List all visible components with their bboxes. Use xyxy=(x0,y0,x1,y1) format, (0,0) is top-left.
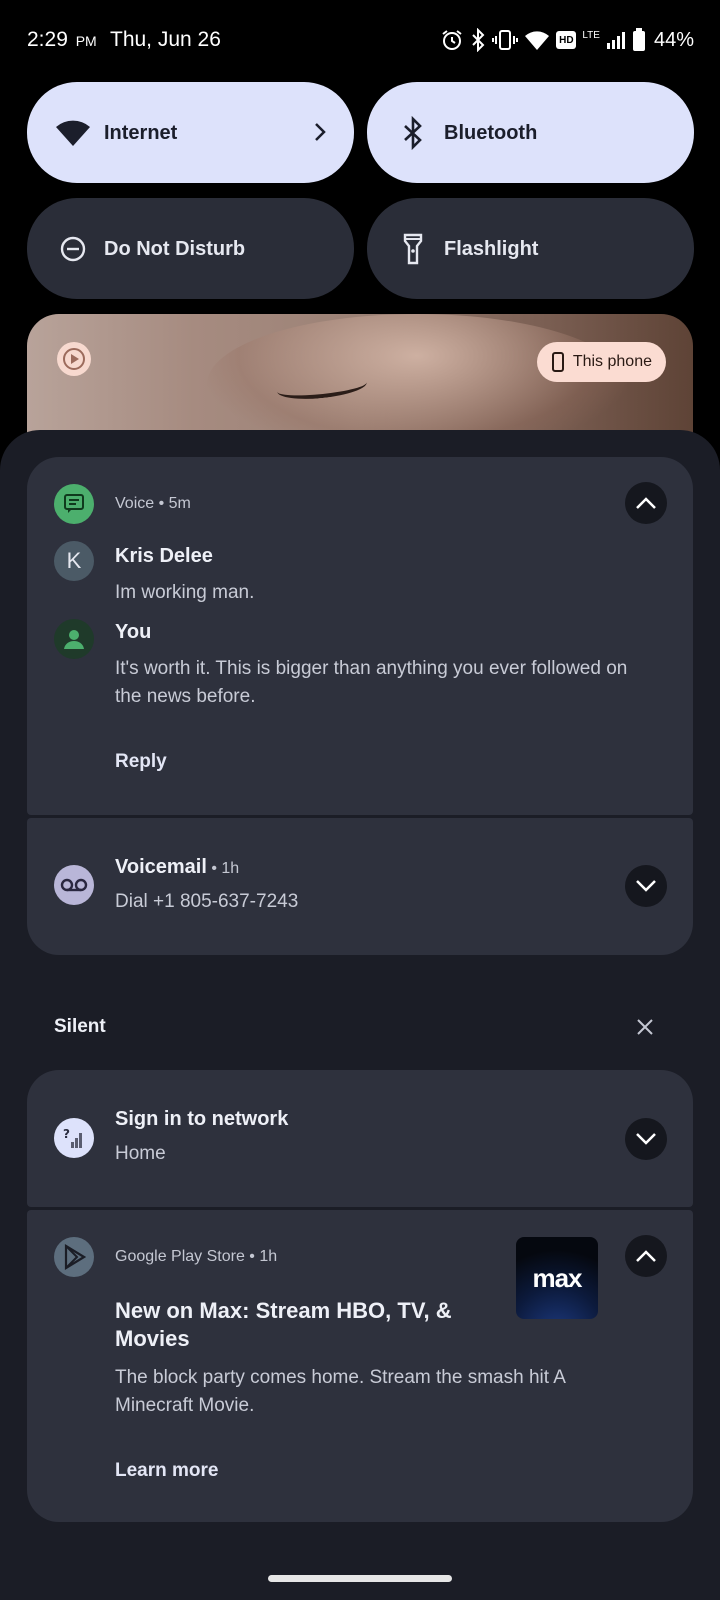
expand-button[interactable] xyxy=(625,1118,667,1160)
notification-title: New on Max: Stream HBO, TV, & xyxy=(115,1298,452,1323)
tile-flashlight[interactable]: Flashlight xyxy=(367,198,694,299)
avatar: K xyxy=(54,541,94,581)
media-output-button[interactable]: This phone xyxy=(536,342,666,382)
notification-time: 1h xyxy=(221,860,240,877)
max-logo: max xyxy=(532,1262,582,1293)
lte-icon: LTE xyxy=(582,29,600,41)
flashlight-icon xyxy=(395,231,431,267)
battery-icon xyxy=(632,28,645,51)
media-output-label: This phone xyxy=(572,353,652,370)
notification-title: Sign in to network xyxy=(115,1108,289,1130)
message-text: Im working man. xyxy=(115,582,255,603)
user-avatar-icon xyxy=(54,619,94,659)
notification-title: Voicemail xyxy=(115,856,207,878)
dnd-icon xyxy=(55,231,91,267)
bluetooth-icon xyxy=(472,28,485,52)
wifi-icon xyxy=(525,31,550,50)
navigation-handle[interactable] xyxy=(268,1575,452,1582)
clear-silent-button[interactable] xyxy=(630,1012,660,1042)
notification-header: Voice • 5m xyxy=(115,495,191,512)
voice-app-icon xyxy=(54,484,94,524)
clock: 2:29 PM xyxy=(27,28,97,52)
clock-time: 2:29 xyxy=(27,28,68,51)
notification-time: 1h xyxy=(259,1248,278,1265)
notification-text: Dial +1 805-637-7243 xyxy=(115,891,299,912)
signal-question-icon: ? xyxy=(54,1118,94,1158)
notification-time: 5m xyxy=(168,495,191,512)
message-sender: You xyxy=(115,621,152,643)
status-icons: HD LTE 44% xyxy=(440,26,694,54)
date: Thu, Jun 26 xyxy=(110,28,221,51)
voice-notification[interactable]: Voice • 5m K Kris Delee Im working man. … xyxy=(27,457,693,815)
notification-text: Home xyxy=(115,1143,166,1164)
vibrate-icon xyxy=(492,30,519,50)
chevron-up-icon xyxy=(636,497,656,509)
alarm-icon xyxy=(442,30,462,50)
collapse-button[interactable] xyxy=(625,1235,667,1277)
reply-button[interactable]: Reply xyxy=(115,751,167,773)
tile-label: Do Not Disturb xyxy=(104,238,246,260)
tile-label: Internet xyxy=(104,122,178,144)
expand-button[interactable] xyxy=(625,865,667,907)
voicemail-icon xyxy=(54,865,94,905)
notification-text-continued: Minecraft Movie. xyxy=(115,1395,255,1416)
learn-more-button[interactable]: Learn more xyxy=(115,1460,218,1482)
hd-icon: HD xyxy=(556,31,577,49)
tile-do-not-disturb[interactable]: Do Not Disturb xyxy=(27,198,354,299)
wifi-icon xyxy=(55,115,91,151)
message-text-continued: the news before. xyxy=(115,686,256,707)
tile-label: Bluetooth xyxy=(444,122,538,144)
silent-section-header: Silent xyxy=(54,1016,106,1037)
svg-text:?: ? xyxy=(63,1127,70,1141)
app-name: Voice xyxy=(115,495,155,512)
bluetooth-icon xyxy=(395,115,431,151)
max-logo-thumbnail: max xyxy=(516,1237,598,1319)
notification-text: The block party comes home. Stream the s… xyxy=(115,1367,566,1388)
tile-bluetooth[interactable]: Bluetooth xyxy=(367,82,694,183)
message-sender: Kris Delee xyxy=(115,545,213,567)
phone-icon xyxy=(551,352,564,372)
avatar-letter: K xyxy=(66,548,82,573)
battery-percent: 44% xyxy=(653,28,694,51)
signal-icon xyxy=(606,32,625,49)
chevron-right-icon xyxy=(312,118,328,151)
play-store-icon xyxy=(54,1237,94,1277)
collapse-button[interactable] xyxy=(625,482,667,524)
notification-title-continued: Movies xyxy=(115,1326,190,1351)
chevron-down-icon xyxy=(636,1133,656,1145)
notification-header: Google Play Store • 1h xyxy=(115,1248,278,1265)
message-text: It's worth it. This is bigger than anyth… xyxy=(115,658,628,679)
voicemail-notification[interactable]: Voicemail • 1h Dial +1 805-637-7243 xyxy=(27,818,693,955)
notification-header: Voicemail • 1h xyxy=(115,856,240,878)
chevron-down-icon xyxy=(636,880,656,892)
close-icon xyxy=(637,1019,653,1035)
tile-label: Flashlight xyxy=(444,238,539,260)
tile-internet[interactable]: Internet xyxy=(27,82,354,183)
app-name: Google Play Store xyxy=(115,1248,245,1265)
network-notification[interactable]: ? Sign in to network Home xyxy=(27,1070,693,1207)
clock-ampm: PM xyxy=(75,33,97,49)
play-icon[interactable] xyxy=(57,342,91,376)
chevron-up-icon xyxy=(636,1250,656,1262)
status-bar: 2:29 PM Thu, Jun 26 HD LTE 44% xyxy=(0,0,720,82)
